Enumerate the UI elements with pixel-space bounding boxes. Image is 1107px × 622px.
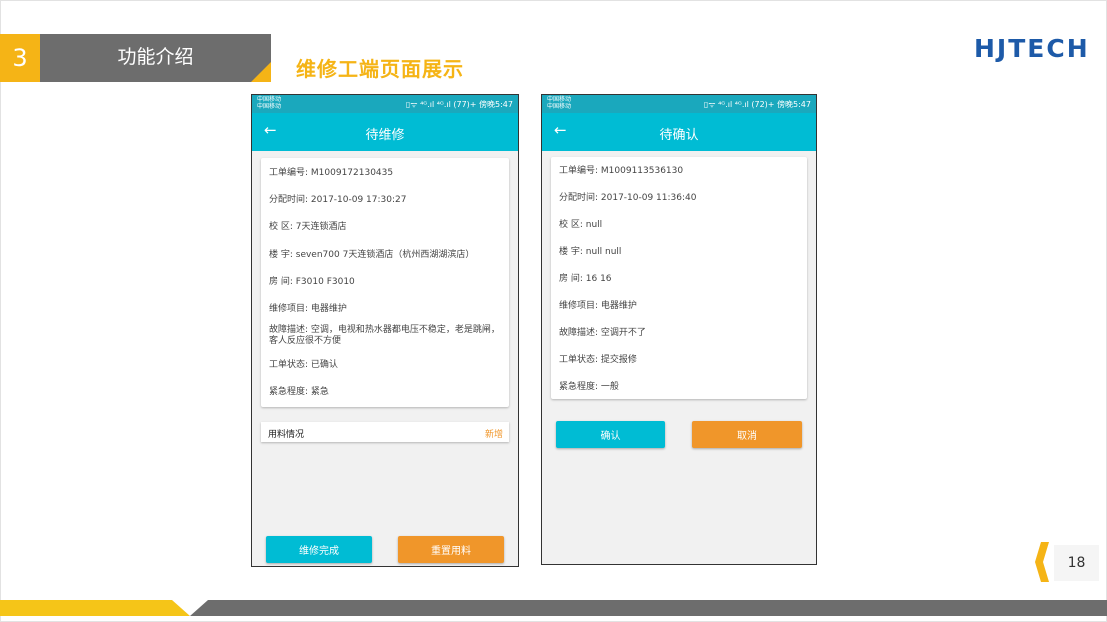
work-order-card: 工单编号: M1009113536130 分配时间: 2017-10-09 11… [551, 157, 807, 399]
campus: 校 区: null [559, 220, 603, 230]
fault-description: 故障描述: 空调开不了 [559, 328, 646, 338]
repair-complete-button[interactable]: 维修完成 [266, 536, 372, 563]
assigned-time: 分配时间: 2017-10-09 11:36:40 [559, 193, 697, 203]
reset-material-button[interactable]: 重置用料 [398, 536, 504, 563]
repair-item: 维修项目: 电器维护 [269, 304, 347, 314]
urgency: 紧急程度: 紧急 [269, 387, 329, 397]
status-indicators: ▯ᯤ ⁴ᴳ.ıl ⁴ᴳ.ıl (72)+ 傍晚5:47 [703, 100, 811, 109]
room: 房 间: F3010 F3010 [269, 277, 355, 287]
section-number: 3 [0, 34, 40, 82]
slide-title: 维修工端页面展示 [296, 57, 464, 81]
carrier-label: 中国移动 中国移动 [257, 96, 281, 110]
carrier-bottom: 中国移动 [547, 103, 572, 110]
phone-screenshot-pending-repair: 中国移动 中国移动 ▯ᯤ ⁴ᴳ.ıl ⁴ᴳ.ıl (77)+ 傍晚5:47 ← … [251, 94, 519, 567]
carrier-top: 中国移动 [257, 96, 282, 103]
confirm-button[interactable]: 确认 [556, 421, 665, 448]
carrier-top: 中国移动 [547, 96, 572, 103]
building: 楼 宇: seven700 7天连锁酒店（杭州西湖湖滨店） [269, 250, 475, 260]
campus: 校 区: 7天连锁酒店 [269, 222, 347, 232]
order-number: 工单编号: M1009113536130 [559, 166, 684, 176]
room: 房 间: 16 16 [559, 274, 612, 284]
status-bar: 中国移动 中国移动 ▯ᯤ ⁴ᴳ.ıl ⁴ᴳ.ıl (77)+ 傍晚5:47 [252, 95, 518, 113]
order-number: 工单编号: M1009172130435 [269, 168, 394, 178]
repair-item: 维修项目: 电器维护 [559, 301, 637, 311]
section-title: 功能介绍 [117, 45, 194, 68]
hjtech-logo: HJTECH [974, 34, 1090, 63]
material-usage-bar: 用料情况 新增 [261, 422, 509, 442]
app-bar: ← 待确认 [542, 113, 816, 151]
status-bar: 中国移动 中国移动 ▯ᯤ ⁴ᴳ.ıl ⁴ᴳ.ıl (72)+ 傍晚5:47 [542, 95, 816, 113]
work-order-card: 工单编号: M1009172130435 分配时间: 2017-10-09 17… [261, 158, 509, 407]
page-chevron-icon [1035, 542, 1049, 582]
carrier-label: 中国移动 中国移动 [547, 96, 571, 110]
order-status: 工单状态: 已确认 [269, 360, 338, 370]
status-indicators: ▯ᯤ ⁴ᴳ.ıl ⁴ᴳ.ıl (77)+ 傍晚5:47 [405, 100, 513, 109]
page-number: 18 [1054, 545, 1099, 581]
footer-bar [190, 600, 1107, 616]
page-title: 待维修 [365, 128, 405, 143]
page-title: 待确认 [659, 128, 699, 143]
add-material-link[interactable]: 新增 [485, 427, 503, 440]
footer-accent-bar [0, 600, 190, 616]
urgency: 紧急程度: 一般 [559, 382, 619, 392]
app-bar: ← 待维修 [252, 113, 518, 151]
assigned-time: 分配时间: 2017-10-09 17:30:27 [269, 195, 407, 205]
fault-description: 故障描述: 空调，电视和热水器都电压不稳定，老是跳闸，客人反应很不方便 [269, 325, 500, 346]
building: 楼 宇: null null [559, 247, 622, 257]
cancel-button[interactable]: 取消 [692, 421, 802, 448]
order-status: 工单状态: 提交报修 [559, 355, 637, 365]
phone-screenshot-pending-confirm: 中国移动 中国移动 ▯ᯤ ⁴ᴳ.ıl ⁴ᴳ.ıl (72)+ 傍晚5:47 ← … [541, 94, 817, 565]
material-usage-label: 用料情况 [268, 430, 305, 440]
carrier-bottom: 中国移动 [257, 103, 282, 110]
